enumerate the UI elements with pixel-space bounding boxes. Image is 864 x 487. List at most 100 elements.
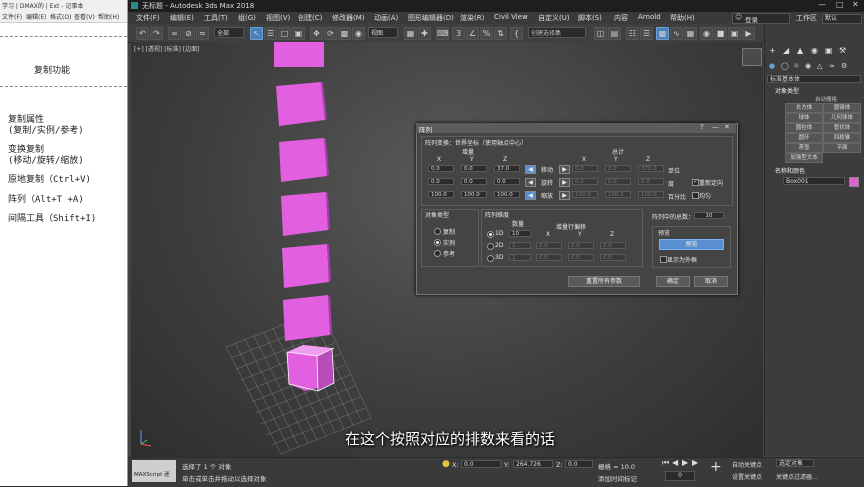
notes-menu-help[interactable]: 帮助(H) [98, 12, 119, 21]
menu-civil-view[interactable]: Civil View [494, 13, 528, 21]
workspace-dropdown[interactable]: 默认 [822, 14, 862, 24]
object-name-field[interactable]: Box001 [783, 177, 845, 185]
layer-explorer-icon[interactable]: ☰ [640, 27, 653, 40]
menu-rendering[interactable]: 渲染(R) [460, 13, 484, 23]
cone-button[interactable]: 圆锥体 [823, 103, 861, 113]
close-icon[interactable]: ✕ [852, 0, 859, 9]
notes-menu-view[interactable]: 查看(V) [74, 12, 95, 21]
scale-inc-y[interactable]: 100.0 [461, 191, 487, 198]
viewcube-icon[interactable] [742, 48, 762, 66]
minimize-icon[interactable]: — [818, 0, 826, 9]
menu-create[interactable]: 创建(C) [298, 13, 322, 23]
display-as-box-checkbox[interactable] [660, 256, 667, 263]
tube-button[interactable]: 管状体 [823, 123, 861, 133]
menu-group[interactable]: 组(G) [238, 13, 256, 23]
pivot-center-icon[interactable]: ▦ [404, 27, 417, 40]
hierarchy-tab-icon[interactable]: ▲ [797, 46, 803, 55]
name-color-rollout[interactable]: 名称和颜色 [775, 166, 805, 175]
spinner-snap-icon[interactable]: ⇅ [494, 27, 507, 40]
undo-icon[interactable]: ↶ [136, 27, 149, 40]
menu-animation[interactable]: 动画(A) [374, 13, 398, 23]
dim-2d-count[interactable]: 1 [509, 242, 531, 249]
move-left-arrow-button[interactable]: ◀ [525, 165, 536, 174]
menu-tools[interactable]: 工具(T) [204, 13, 228, 23]
dim-3d-count[interactable]: 1 [509, 254, 531, 261]
set-key-icon[interactable]: + [710, 459, 722, 475]
menu-customize[interactable]: 自定义(U) [538, 13, 570, 23]
torus-button[interactable]: 圆环 [785, 133, 823, 143]
rendered-frame-icon[interactable]: ▣ [728, 27, 741, 40]
named-selection-dropdown[interactable]: 创建选择集 [528, 27, 586, 38]
z-coordinate-field[interactable]: 0.0 [565, 460, 593, 468]
array-cube[interactable] [279, 138, 329, 182]
dim-2d-radio[interactable] [487, 243, 494, 250]
dim-2d-offset-y[interactable]: 0.0 [568, 242, 594, 249]
scale-inc-x[interactable]: 100.0 [428, 191, 454, 198]
array-cube[interactable] [283, 295, 332, 341]
dialog-minimize-icon[interactable]: — [712, 123, 719, 131]
display-tab-icon[interactable]: ▣ [825, 46, 833, 55]
maximize-icon[interactable]: □ [836, 0, 844, 9]
cylinder-button[interactable]: 圆柱体 [785, 123, 823, 133]
schematic-view-icon[interactable]: ▦ [684, 27, 697, 40]
utilities-tab-icon[interactable]: ⚒ [839, 46, 846, 55]
key-filters-button[interactable]: 关键点过滤器... [776, 472, 818, 481]
dim-1d-radio[interactable] [487, 231, 494, 238]
next-frame-icon[interactable]: ▶ [692, 458, 698, 467]
rotate-total-y[interactable]: 0.0 [605, 178, 631, 185]
array-cube[interactable] [281, 192, 330, 236]
play-icon[interactable]: ▶ [682, 458, 688, 467]
array-cube[interactable] [282, 244, 331, 288]
login-dropdown[interactable]: ☺ 登录 [732, 13, 790, 24]
teapot-button[interactable]: 茶壶 [785, 143, 823, 153]
select-object-icon[interactable]: ↖ [250, 27, 263, 40]
menu-arnold[interactable]: Arnold [638, 13, 661, 21]
scale-total-y[interactable]: 100.0 [605, 191, 631, 198]
move-inc-z[interactable]: 37.0 [494, 165, 520, 172]
move-right-arrow-button[interactable]: ▶ [559, 165, 570, 174]
menu-modifiers[interactable]: 修改器(M) [332, 13, 365, 23]
rectangular-selection-icon[interactable]: □ [278, 27, 291, 40]
previous-frame-icon[interactable]: ◀ [672, 458, 678, 467]
mirror-icon[interactable]: ◫ [594, 27, 607, 40]
render-production-icon[interactable]: ▶ [742, 27, 755, 40]
angle-snap-icon[interactable]: ∠ [466, 27, 479, 40]
reference-coordinate-dropdown[interactable]: 视图 [368, 27, 398, 38]
dim-3d-offset-z[interactable]: 0.0 [600, 254, 626, 261]
menu-graph-editors[interactable]: 图形编辑器(D) [408, 13, 454, 23]
lights-icon[interactable]: ☼ [793, 62, 799, 70]
x-coordinate-field[interactable]: 0.0 [461, 460, 501, 468]
menu-content[interactable]: 内容 [614, 13, 628, 23]
scale-left-arrow-button[interactable]: ◀ [525, 191, 536, 200]
menu-file[interactable]: 文件(F) [136, 13, 160, 23]
select-place-icon[interactable]: ◉ [352, 27, 365, 40]
select-scale-icon[interactable]: ▩ [338, 27, 351, 40]
copy-radio[interactable] [434, 228, 441, 235]
add-time-tag[interactable]: 添加时间标记 [598, 473, 637, 483]
rotate-total-z[interactable]: 0.0 [638, 178, 664, 185]
dim-1d-count[interactable]: 10 [509, 230, 531, 237]
notes-menu-file[interactable]: 文件(F) [2, 12, 22, 21]
align-icon[interactable]: ▤ [608, 27, 621, 40]
viewport-label[interactable]: [+] [透视] [标准] [边面] [134, 44, 199, 53]
autogrid-checkbox[interactable]: 自动栅格 [815, 95, 837, 103]
y-coordinate-field[interactable]: 264.726 [513, 460, 553, 468]
modify-tab-icon[interactable]: ◢ [783, 46, 789, 55]
rotate-inc-z[interactable]: 0.0 [494, 178, 520, 185]
reference-radio[interactable] [434, 250, 441, 257]
rotate-inc-x[interactable]: 0.0 [428, 178, 454, 185]
move-total-x[interactable]: 0.0 [572, 165, 598, 172]
selected-dropdown[interactable]: 选定对象 [776, 459, 814, 467]
menu-scripting[interactable]: 脚本(S) [578, 13, 602, 23]
geosphere-button[interactable]: 几何球体 [823, 113, 861, 123]
systems-icon[interactable]: ⚙ [841, 62, 847, 70]
selection-filter-dropdown[interactable]: 全部 [214, 27, 244, 38]
menu-edit[interactable]: 编辑(E) [170, 13, 194, 23]
scene-explorer-icon[interactable]: ☷ [626, 27, 639, 40]
move-total-z[interactable]: 370.0 [638, 165, 664, 172]
unlink-icon[interactable]: ⊘ [182, 27, 195, 40]
rotate-left-arrow-button[interactable]: ◀ [525, 178, 536, 187]
dim-3d-offset-y[interactable]: 0.0 [568, 254, 594, 261]
window-crossing-icon[interactable]: ▣ [292, 27, 305, 40]
render-setup-icon[interactable]: ■ [714, 27, 727, 40]
